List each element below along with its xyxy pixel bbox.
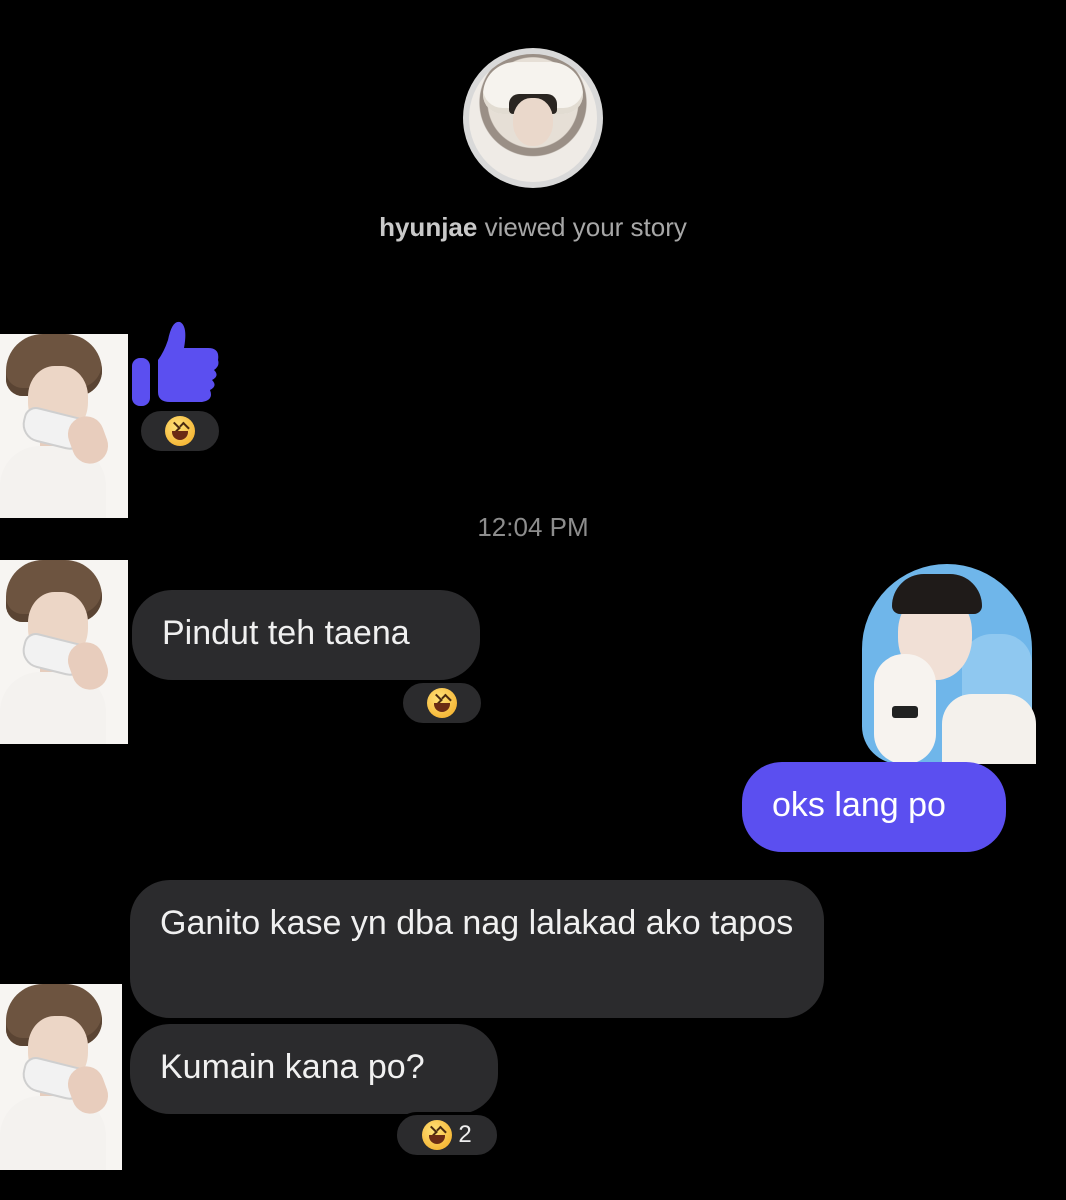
- story-viewer-name[interactable]: hyunjae: [379, 212, 477, 242]
- hair: [892, 574, 982, 614]
- message-text: Kumain kana po?: [160, 1048, 425, 1086]
- my-avatar[interactable]: [852, 564, 1036, 764]
- sender-avatar[interactable]: [0, 560, 128, 744]
- reaction-count: 2: [458, 1121, 472, 1148]
- sender-avatar[interactable]: [0, 334, 128, 518]
- incoming-message-bubble[interactable]: Ganito kase yn dba nag lalakad ako tapos: [130, 880, 824, 1018]
- shirt: [942, 694, 1036, 764]
- thumbs-up-icon: [132, 321, 219, 406]
- message-text: oks lang po: [772, 786, 946, 824]
- message-reaction[interactable]: 2: [394, 1112, 500, 1158]
- story-viewer-photo: [469, 54, 597, 182]
- laughing-face-icon: [427, 688, 457, 718]
- laughing-face-icon: [422, 1120, 453, 1150]
- message-text: Ganito kase yn dba nag lalakad ako tapos: [160, 904, 794, 942]
- laughing-face-icon: [165, 416, 195, 446]
- like-message[interactable]: [128, 314, 224, 410]
- incoming-message-bubble[interactable]: Kumain kana po?: [130, 1024, 498, 1114]
- outgoing-message-bubble[interactable]: oks lang po: [742, 762, 1006, 852]
- message-text: Pindut teh taena: [162, 614, 410, 652]
- story-viewed-text: viewed your story: [484, 212, 687, 242]
- message-reaction[interactable]: [400, 680, 484, 726]
- face: [513, 98, 553, 146]
- message-reaction[interactable]: [138, 408, 222, 454]
- story-view-notice: hyunjae viewed your story: [0, 212, 1066, 243]
- incoming-message-bubble[interactable]: Pindut teh taena: [132, 590, 480, 680]
- wristwatch: [892, 706, 918, 718]
- conversation-timestamp: 12:04 PM: [477, 512, 589, 542]
- story-viewer-avatar[interactable]: [463, 48, 603, 188]
- sender-avatar[interactable]: [0, 984, 122, 1170]
